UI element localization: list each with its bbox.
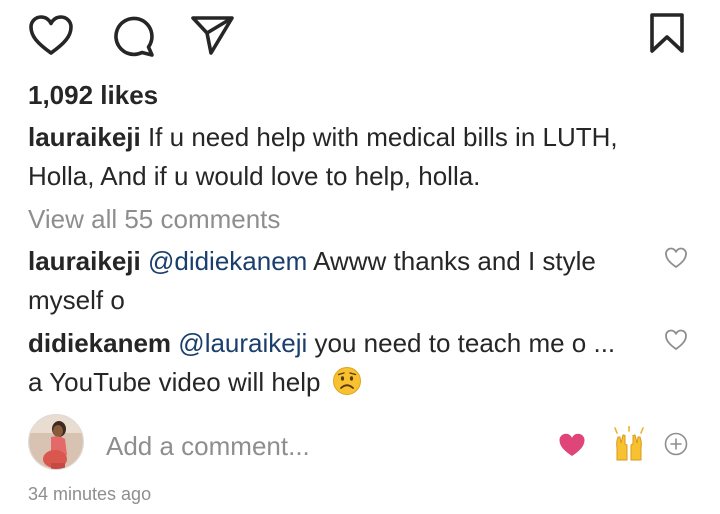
view-all-comments-link[interactable]: View all 55 comments xyxy=(28,200,280,239)
bookmark-save-icon[interactable] xyxy=(648,12,686,54)
share-paper-plane-icon[interactable] xyxy=(190,14,236,56)
add-circle-icon[interactable] xyxy=(664,432,688,456)
raised-hands-emoji-icon[interactable] xyxy=(612,425,646,462)
comment-username[interactable]: didiekanem xyxy=(28,328,171,358)
red-heart-emoji-icon[interactable] xyxy=(558,432,586,458)
like-heart-icon[interactable] xyxy=(28,14,74,56)
comment-bubble-icon[interactable] xyxy=(110,14,156,58)
post-timestamp: 34 minutes ago xyxy=(28,484,152,504)
post-caption: lauraikeji If u need help with medical b… xyxy=(28,118,688,196)
comment-item: didiekanem @lauraikeji you need to teach… xyxy=(28,324,628,407)
post-action-bar xyxy=(0,0,720,70)
comment-mention[interactable]: @lauraikeji xyxy=(178,328,307,358)
disappointed-face-emoji-icon xyxy=(332,366,362,407)
comment-item: lauraikeji @didiekanem Awww thanks and I… xyxy=(28,242,648,320)
likes-count[interactable]: 1,092 likes xyxy=(28,80,158,111)
comment-like-heart-icon[interactable] xyxy=(664,328,688,352)
comment-mention[interactable]: @didiekanem xyxy=(148,246,307,276)
add-comment-input[interactable] xyxy=(106,424,526,468)
user-avatar[interactable] xyxy=(28,414,84,470)
comment-like-heart-icon[interactable] xyxy=(664,246,688,270)
caption-username[interactable]: lauraikeji xyxy=(28,122,141,152)
comment-username[interactable]: lauraikeji xyxy=(28,246,141,276)
